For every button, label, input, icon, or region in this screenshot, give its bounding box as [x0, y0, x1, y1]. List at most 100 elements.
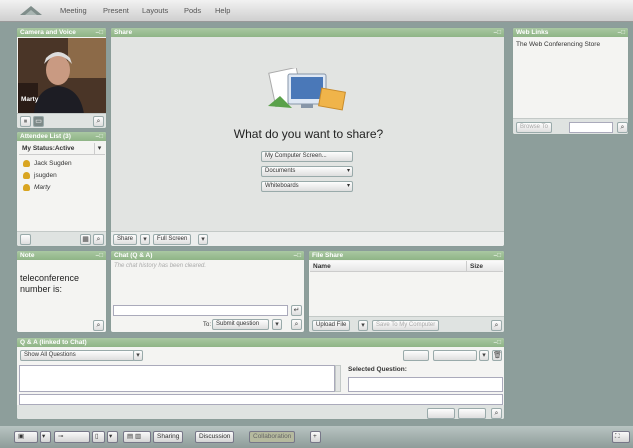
weblinks-pod: Web Links –□ The Web Conferencing Store …	[512, 27, 629, 135]
share-whiteboards-dropdown[interactable]: Whiteboards ▾	[261, 181, 353, 192]
note-pod: Note –□ teleconference number is: ⌕	[16, 250, 107, 333]
camera-pod-title: Camera and Voice	[17, 28, 106, 37]
menu-pods[interactable]: Pods	[184, 6, 201, 15]
pod-options-icon[interactable]: –□	[95, 251, 103, 260]
attendee-pod-title: Attendee List (3)	[17, 132, 106, 141]
status-row: My Status:Active ▾	[19, 143, 105, 155]
zoom-icon[interactable]: ⌕	[291, 319, 302, 330]
note-pod-title: Note	[17, 251, 106, 260]
chevron-down-icon: ▾	[346, 183, 350, 189]
chat-recipient-dropdown[interactable]: Submit question	[212, 319, 269, 330]
to-label: To:	[203, 322, 212, 328]
pin-icon[interactable]: ⊸	[54, 431, 90, 443]
share-documents-dropdown[interactable]: Documents ▾	[261, 166, 353, 177]
zoom-icon[interactable]: ⌕	[93, 234, 104, 245]
camera-settings-button[interactable]: ▭	[33, 116, 44, 127]
selected-question-text	[348, 377, 503, 392]
share-dropdown-icon[interactable]: ▾	[140, 234, 150, 245]
zoom-icon[interactable]: ⌕	[491, 320, 502, 331]
weblink-url-input[interactable]	[569, 122, 613, 133]
pod-options-icon[interactable]: –□	[95, 28, 103, 37]
qa-send-button[interactable]	[427, 408, 455, 419]
share-prompt: What do you want to share?	[233, 127, 384, 141]
weblink-item[interactable]: The Web Conferencing Store	[516, 41, 600, 48]
chevron-down-icon[interactable]: ▾	[479, 350, 489, 361]
share-screen-button[interactable]: My Computer Screen...	[261, 151, 353, 162]
chat-history-message: The chat history has been cleared.	[114, 263, 207, 269]
chat-message-input[interactable]	[113, 305, 288, 316]
fullscreen-dropdown-icon[interactable]: ▾	[198, 234, 208, 245]
answer-input[interactable]	[19, 394, 503, 405]
chevron-down-icon[interactable]: ▾	[107, 431, 118, 443]
chat-pod-title: Chat (Q & A)	[111, 251, 304, 260]
tab-sharing[interactable]: Sharing	[153, 431, 184, 443]
upload-file-button[interactable]: Upload File	[312, 320, 351, 331]
questions-scrollbar[interactable]	[335, 365, 341, 392]
qa-pod: Q & A (linked to Chat) –□ Show All Quest…	[16, 337, 505, 420]
webcam-video: Marty	[18, 38, 106, 114]
chevron-down-icon[interactable]: ▾	[40, 431, 51, 443]
menu-meeting[interactable]: Meeting	[60, 6, 87, 15]
file-size-column[interactable]: Size	[470, 263, 483, 270]
grid-view-icon[interactable]: ▦	[80, 234, 91, 245]
presenter-tools-button[interactable]: ▣	[14, 431, 38, 443]
fileshare-pod-title: File Share	[309, 251, 504, 260]
zoom-icon[interactable]: ⌕	[617, 122, 628, 133]
full-screen-button[interactable]: Full Screen	[153, 234, 192, 245]
share-illustration-icon	[268, 68, 346, 111]
questions-list[interactable]	[19, 365, 335, 392]
attendee-pod: Attendee List (3) –□ My Status:Active ▾ …	[16, 131, 107, 247]
attendee-item[interactable]: Jack Sugden	[23, 159, 72, 169]
app-logo-icon[interactable]	[18, 4, 44, 17]
presenter-name: Marty	[21, 96, 39, 103]
document-icon[interactable]: ▯	[92, 431, 105, 443]
qa-action-button[interactable]	[403, 350, 429, 361]
tab-collaboration[interactable]: Collaboration	[249, 431, 296, 443]
question-filter-dropdown[interactable]: Show All Questions	[20, 350, 135, 361]
selected-question-label: Selected Question:	[348, 366, 407, 373]
chevron-down-icon[interactable]: ▾	[272, 319, 282, 330]
delete-icon[interactable]: 🗑	[492, 350, 502, 361]
pause-button[interactable]: ⏸	[20, 116, 31, 127]
pod-options-icon[interactable]: –□	[493, 338, 501, 347]
host-icon	[23, 171, 30, 179]
pod-options-icon[interactable]: –□	[493, 251, 501, 260]
browse-to-button[interactable]: Browse To	[516, 122, 552, 133]
menu-layouts[interactable]: Layouts	[142, 6, 168, 15]
tab-discussion[interactable]: Discussion	[195, 431, 235, 443]
share-button[interactable]: Share	[113, 234, 138, 245]
file-name-column[interactable]: Name	[313, 263, 331, 270]
host-icon	[23, 159, 30, 167]
qa-reply-button[interactable]	[458, 408, 486, 419]
pod-options-icon[interactable]: –□	[95, 132, 103, 141]
qa-assign-dropdown[interactable]	[433, 350, 477, 361]
note-text[interactable]: teleconference number is:	[20, 273, 104, 295]
raise-hand-button[interactable]	[20, 234, 31, 245]
pod-options-icon[interactable]: –□	[493, 28, 501, 37]
qa-pod-title: Q & A (linked to Chat)	[17, 338, 504, 347]
my-status-label[interactable]: My Status:Active	[22, 145, 74, 152]
send-message-icon[interactable]: ↵	[291, 305, 302, 316]
zoom-icon[interactable]: ⌕	[93, 116, 104, 127]
share-pod-title: Share	[111, 28, 504, 37]
chevron-down-icon[interactable]: ▾	[133, 350, 143, 361]
pod-options-icon[interactable]: –□	[293, 251, 301, 260]
menu-present[interactable]: Present	[103, 6, 129, 15]
zoom-icon[interactable]: ⌕	[93, 320, 104, 331]
attendee-item[interactable]: Marty	[23, 183, 50, 193]
upload-dropdown-icon[interactable]: ▾	[358, 320, 368, 331]
status-dropdown-icon[interactable]: ▾	[94, 143, 104, 154]
zoom-icon[interactable]: ⌕	[491, 408, 502, 419]
chevron-down-icon: ▾	[346, 168, 350, 174]
fullscreen-toggle-icon[interactable]: ⛶	[612, 431, 630, 443]
pod-options-icon[interactable]: –□	[617, 28, 625, 37]
layout-switch-icon[interactable]: ▤ ▥	[123, 431, 151, 443]
add-layout-button[interactable]: +	[310, 431, 321, 443]
menu-help[interactable]: Help	[215, 6, 230, 15]
menu-bar: Meeting Present Layouts Pods Help	[0, 0, 633, 22]
save-to-computer-button[interactable]: Save To My Computer	[372, 320, 440, 331]
file-table-header: Name Size	[310, 261, 503, 272]
attendee-item[interactable]: jsugden	[23, 171, 57, 181]
share-pod: Share –□ What do you want to share? My C…	[110, 27, 505, 247]
fileshare-pod: File Share –□ Name Size Upload File ▾ Sa…	[308, 250, 505, 333]
